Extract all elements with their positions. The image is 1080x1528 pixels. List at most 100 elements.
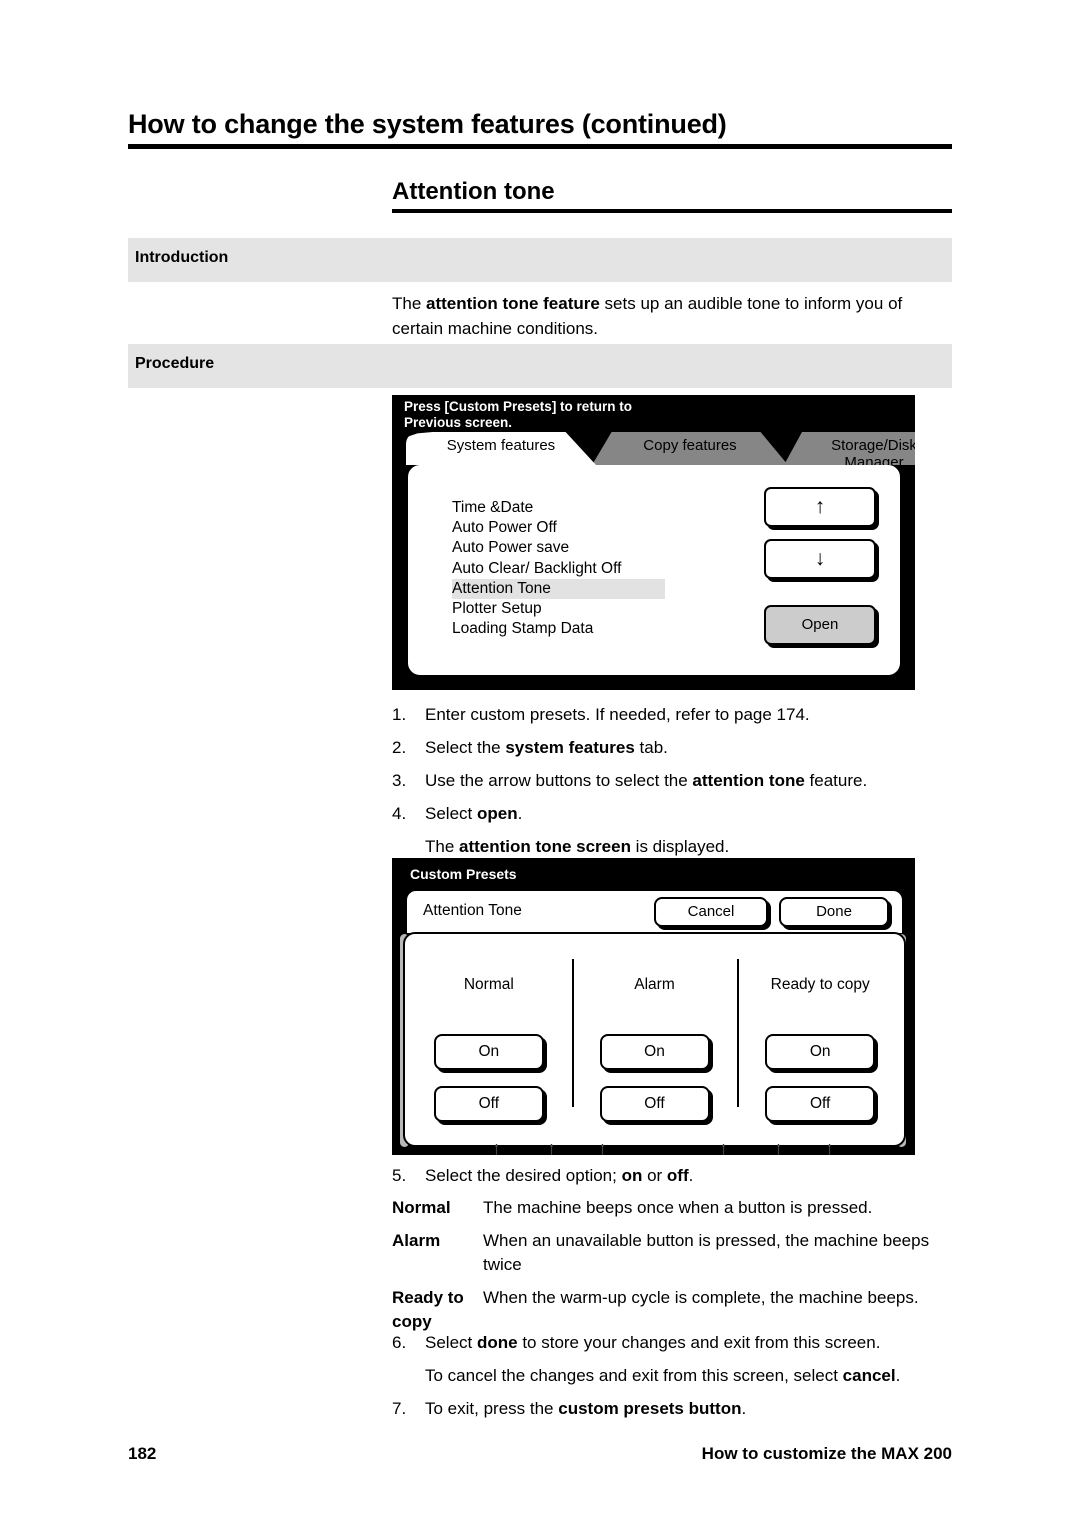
ready-to-copy-off-button[interactable]: Off — [765, 1086, 876, 1122]
band-label-introduction: Introduction — [135, 249, 229, 266]
lcd2-banner-label: Custom Presets — [410, 866, 517, 882]
definition-normal-desc: The machine beeps once when a button is … — [483, 1198, 873, 1217]
tone-column-ready-to-copy: Ready to copy On Off — [737, 936, 903, 1142]
ready-to-copy-off-label: Off — [809, 1095, 831, 1112]
definition-alarm-desc: When an unavailable button is pressed, t… — [483, 1231, 930, 1274]
alarm-off-button[interactable]: Off — [599, 1086, 710, 1122]
lcd-banner-text: Press [Custom Presets] to return to Prev… — [404, 399, 824, 431]
definition-ready-to-copy-term-line2: copy — [392, 1312, 432, 1331]
step-3-post: feature. — [804, 771, 868, 790]
step-4: 4. Select open. — [392, 802, 967, 826]
tone-column-alarm: Alarm On Off — [571, 936, 738, 1142]
step-4-bold: open — [476, 804, 518, 823]
step-4-pre: Select — [425, 804, 477, 823]
scroll-down-button[interactable]: ↓ — [764, 539, 876, 579]
scroll-up-button[interactable]: ↑ — [764, 487, 876, 527]
tab-system-features-label: System features — [446, 437, 556, 454]
procedure-steps-first: 1. Enter custom presets. If needed, refe… — [392, 703, 967, 868]
list-item[interactable]: Plotter Setup — [452, 599, 682, 619]
step-5-bold-on: on — [621, 1166, 643, 1185]
arrow-up-icon: ↑ — [814, 495, 826, 518]
step-1-pre: Enter custom presets. If needed, refer t… — [425, 705, 810, 724]
step-6-pre: Select — [425, 1333, 477, 1352]
list-item[interactable]: Loading Stamp Data — [452, 619, 682, 639]
list-item[interactable]: Auto Clear/ Backlight Off — [452, 559, 682, 579]
step-6-post: to store your changes and exit from this… — [517, 1333, 881, 1352]
step-1: 1. Enter custom presets. If needed, refe… — [392, 703, 967, 727]
normal-off-label: Off — [478, 1095, 500, 1112]
softkey-arrow-icon — [600, 1144, 605, 1155]
step-6-bold: done — [476, 1333, 518, 1352]
tone-column-alarm-heading: Alarm — [634, 976, 675, 993]
page-title: Attention tone — [392, 178, 555, 205]
intro-text-bold: attention tone feature — [426, 294, 600, 313]
step-4-number: 4. — [392, 804, 407, 823]
cancel-button[interactable]: Cancel — [654, 897, 768, 927]
tab-storage-disk-manager[interactable]: Storage/Disk Manager — [784, 432, 915, 465]
procedure-step-5: 5. Select the desired option; on or off. — [392, 1164, 967, 1197]
step-3-text: Use the arrow buttons to select the atte… — [425, 769, 967, 793]
lcd-banner-line2: Previous screen. — [404, 415, 513, 430]
header-rule — [128, 144, 952, 149]
list-item[interactable]: Auto Power save — [452, 538, 682, 558]
done-button[interactable]: Done — [779, 897, 889, 927]
step-5-bold-off: off — [666, 1166, 689, 1185]
step-6-text: Select done to store your changes and ex… — [425, 1331, 967, 1355]
step-5-pre: Select the desired option; — [425, 1166, 622, 1185]
step-7: 7. To exit, press the custom presets but… — [392, 1397, 967, 1421]
softkey-arrow-icon — [549, 1144, 554, 1155]
step-1-text: Enter custom presets. If needed, refer t… — [425, 703, 967, 727]
list-item-selected[interactable]: Attention Tone — [452, 578, 665, 600]
step-6-note-post: . — [895, 1366, 901, 1385]
definition-ready-to-copy-term: Ready to copy — [392, 1286, 483, 1334]
step-5-mid: or — [642, 1166, 667, 1185]
footer-page-number: 182 — [128, 1444, 157, 1463]
list-item[interactable]: Auto Power Off — [452, 518, 682, 538]
tone-column-normal-heading: Normal — [463, 976, 514, 993]
tone-columns: Normal On Off Alarm On Off Ready to copy — [406, 936, 903, 1142]
tab-system-features[interactable]: System features — [406, 432, 596, 465]
running-head-title: How to change the system features (conti… — [128, 109, 727, 139]
alarm-on-button[interactable]: On — [599, 1034, 710, 1070]
footer-title: How to customize the MAX 200 — [701, 1444, 952, 1463]
step-2-number: 2. — [392, 738, 407, 757]
softkey-arrow-icon — [827, 1144, 832, 1155]
normal-on-button[interactable]: On — [433, 1034, 544, 1070]
step-7-pre: To exit, press the — [425, 1399, 559, 1418]
tone-column-ready-to-copy-heading: Ready to copy — [770, 976, 870, 993]
lcd-banner-line1: Press [Custom Presets] to return to — [404, 399, 633, 414]
ready-to-copy-on-label: On — [809, 1043, 831, 1060]
step-6-note: To cancel the changes and exit from this… — [425, 1364, 967, 1388]
step-1-number: 1. — [392, 705, 407, 724]
step-4-note-post: is displayed. — [630, 837, 730, 856]
step-5: 5. Select the desired option; on or off. — [392, 1164, 967, 1188]
step-2: 2. Select the system features tab. — [392, 736, 967, 760]
step-6-note-pre: To cancel the changes and exit from this… — [425, 1366, 843, 1385]
step-4-text: Select open. — [425, 802, 967, 826]
system-features-panel: Time &Date Auto Power Off Auto Power sav… — [406, 463, 902, 677]
definition-alarm: Alarm When an unavailable button is pres… — [392, 1229, 952, 1277]
list-item[interactable]: Time &Date — [452, 498, 682, 518]
band-procedure: Procedure — [128, 344, 952, 388]
section-header: Attention tone — [392, 178, 952, 213]
definition-ready-to-copy-desc: When the warm-up cycle is complete, the … — [483, 1288, 919, 1307]
tone-column-normal: Normal On Off — [406, 936, 572, 1142]
step-2-post: tab. — [634, 738, 668, 757]
step-3-bold: attention tone — [692, 771, 805, 790]
section-rule — [392, 209, 952, 213]
alarm-off-label: Off — [644, 1095, 665, 1112]
definition-ready-to-copy: Ready to copy When the warm-up cycle is … — [392, 1286, 952, 1334]
open-button[interactable]: Open — [764, 605, 876, 645]
step-2-text: Select the system features tab. — [425, 736, 967, 760]
normal-off-button[interactable]: Off — [433, 1086, 544, 1122]
dialog-title-label: Attention Tone — [423, 902, 522, 919]
tab-copy-features[interactable]: Copy features — [592, 432, 788, 465]
step-5-number: 5. — [392, 1166, 407, 1185]
ready-to-copy-on-button[interactable]: On — [765, 1034, 876, 1070]
manual-page: How to change the system features (conti… — [0, 0, 1080, 1528]
tab-copy-features-label: Copy features — [643, 437, 737, 454]
feature-list: Time &Date Auto Power Off Auto Power sav… — [452, 498, 682, 639]
tab-strip: System features Copy features Storage/Di… — [406, 432, 915, 465]
intro-text-pre: The — [392, 294, 427, 313]
step-7-number: 7. — [392, 1399, 407, 1418]
